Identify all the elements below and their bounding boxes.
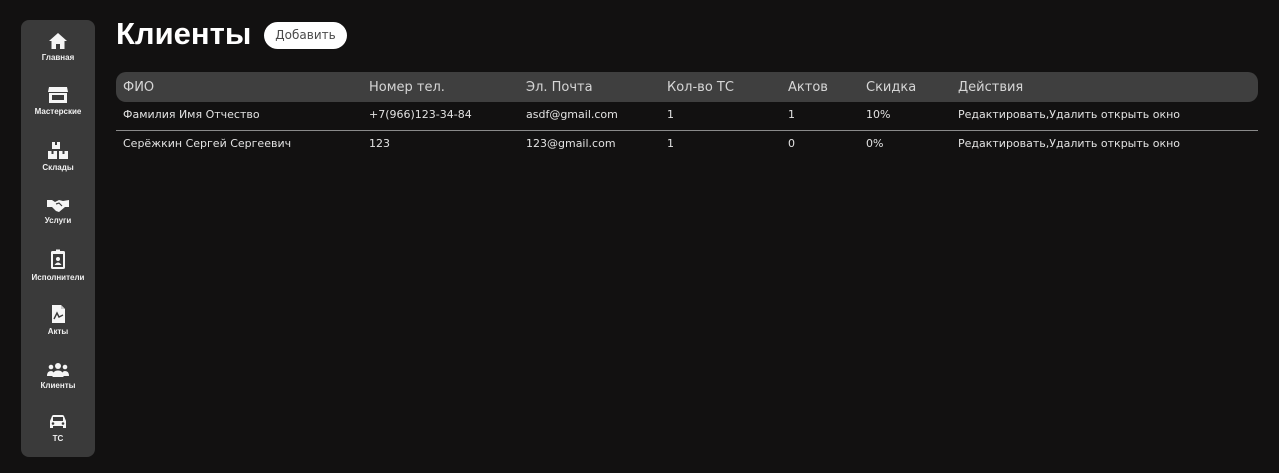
sidebar-item-home[interactable]: Главная: [21, 32, 95, 62]
delete-link[interactable]: Удалить: [1049, 108, 1097, 121]
column-header-acts: Актов: [788, 80, 828, 95]
cell-vehicles: 1: [667, 108, 674, 121]
edit-link[interactable]: Редактировать: [958, 137, 1046, 150]
sidebar-item-label: Услуги: [44, 216, 72, 225]
id-badge-icon: [51, 249, 65, 269]
sidebar-item-label: Клиенты: [40, 381, 76, 390]
open-window-link[interactable]: открыть окно: [1101, 137, 1180, 150]
sidebar-item-clients[interactable]: Клиенты: [21, 362, 95, 390]
store-icon: [48, 87, 68, 103]
sidebar-item-label: Склады: [42, 163, 74, 172]
cell-phone: +7(966)123-34-84: [369, 108, 472, 121]
sidebar-item-performers[interactable]: Исполнители: [21, 249, 95, 282]
sidebar-item-label: Акты: [47, 327, 69, 336]
document-icon: [51, 305, 65, 323]
column-header-discount: Скидка: [866, 80, 917, 95]
cell-name: Серёжкин Сергей Сергеевич: [123, 137, 292, 150]
column-header-actions: Действия: [958, 80, 1024, 95]
column-header-vehicles: Кол-во ТС: [667, 80, 734, 95]
cell-email: 123@gmail.com: [526, 137, 616, 150]
sidebar-item-label: Главная: [41, 53, 75, 62]
cell-email: asdf@gmail.com: [526, 108, 618, 121]
column-header-phone: Номер тел.: [369, 80, 445, 95]
table-row: Серёжкин Сергей Сергеевич 123 123@gmail.…: [116, 131, 1258, 159]
sidebar-item-services[interactable]: Услуги: [21, 197, 95, 225]
add-client-button[interactable]: Добавить: [264, 22, 347, 49]
clients-table: ФИО Номер тел. Эл. Почта Кол-во ТС Актов…: [116, 72, 1258, 159]
cell-phone: 123: [369, 137, 390, 150]
edit-link[interactable]: Редактировать: [958, 108, 1046, 121]
cell-actions: Редактировать,Удалить открыть окно: [958, 102, 1180, 128]
users-icon: [47, 363, 69, 377]
sidebar-item-acts[interactable]: Акты: [21, 304, 95, 336]
open-window-link[interactable]: открыть окно: [1101, 108, 1180, 121]
cell-acts: 1: [788, 108, 795, 121]
sidebar-item-vehicles[interactable]: ТС: [21, 414, 95, 443]
cell-discount: 10%: [866, 108, 891, 121]
cell-acts: 0: [788, 137, 795, 150]
home-icon: [49, 33, 67, 49]
sidebar-item-label: Исполнители: [31, 273, 85, 282]
sidebar: Главная Мастерские Склады Услуги Исполни…: [21, 20, 95, 457]
sidebar-item-label: ТС: [52, 434, 64, 443]
sidebar-item-workshops[interactable]: Мастерские: [21, 86, 95, 116]
sidebar-item-warehouses[interactable]: Склады: [21, 141, 95, 172]
delete-link[interactable]: Удалить: [1049, 137, 1097, 150]
sidebar-item-label: Мастерские: [34, 107, 82, 116]
table-row: Фамилия Имя Отчество +7(966)123-34-84 as…: [116, 102, 1258, 131]
cell-discount: 0%: [866, 137, 884, 150]
cell-name: Фамилия Имя Отчество: [123, 108, 260, 121]
boxes-icon: [48, 142, 68, 159]
column-header-name: ФИО: [123, 80, 155, 95]
handshake-icon: [47, 200, 69, 212]
table-header: ФИО Номер тел. Эл. Почта Кол-во ТС Актов…: [116, 72, 1258, 102]
page-title: Клиенты: [116, 16, 252, 51]
cell-vehicles: 1: [667, 137, 674, 150]
car-icon: [50, 415, 66, 428]
column-header-email: Эл. Почта: [526, 80, 593, 95]
cell-actions: Редактировать,Удалить открыть окно: [958, 131, 1180, 157]
